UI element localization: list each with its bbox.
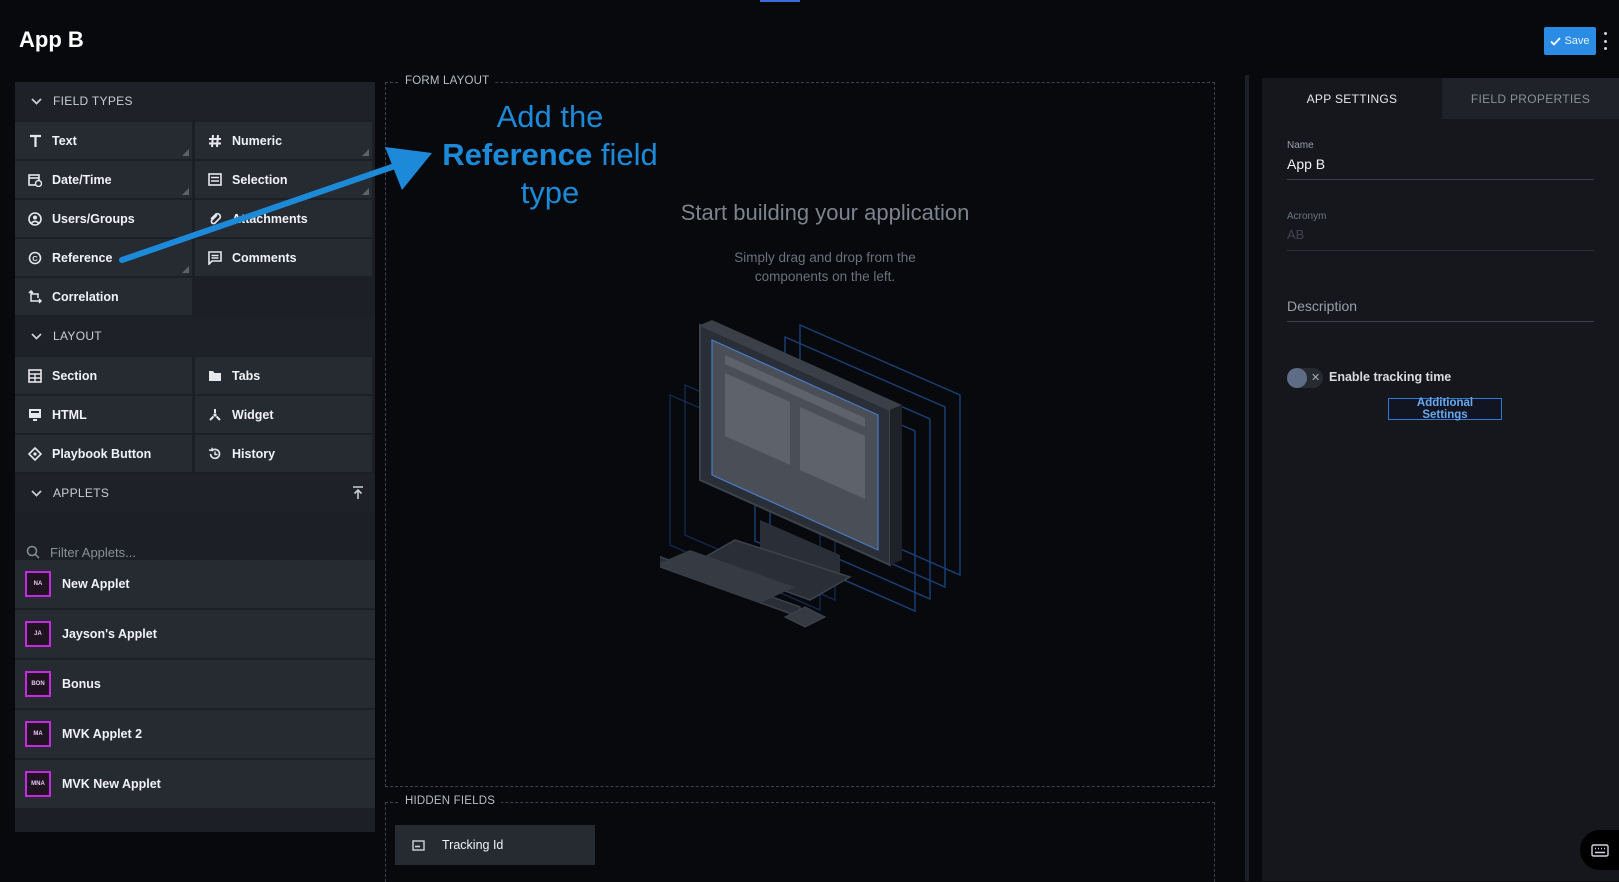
additional-settings-button[interactable]: Additional Settings: [1388, 397, 1502, 421]
save-button[interactable]: Save: [1544, 27, 1596, 55]
layout-section[interactable]: Section: [15, 357, 192, 394]
collapse-top-icon[interactable]: [351, 485, 365, 501]
applet-badge: MA: [25, 721, 51, 747]
applet-item[interactable]: JA Jayson's Applet: [15, 610, 375, 658]
applet-item[interactable]: NA New Applet: [15, 560, 375, 608]
applet-label: MVK New Applet: [62, 777, 161, 791]
tracking-time-toggle[interactable]: ✕: [1287, 368, 1323, 388]
description-underline: [1287, 321, 1594, 322]
more-options-icon[interactable]: [1602, 32, 1608, 50]
layout-playbook-button[interactable]: Playbook Button: [15, 435, 192, 472]
calendar-clock-icon: [27, 172, 43, 188]
empty-sub-line1: Simply drag and drop from the: [734, 250, 916, 265]
layout-label: Tabs: [232, 368, 261, 383]
applets-header-label: APPLETS: [53, 486, 110, 500]
applet-item[interactable]: MNA MVK New Applet: [15, 760, 375, 808]
applet-badge: JA: [25, 621, 51, 647]
search-icon: [26, 545, 40, 559]
applet-badge: BON: [25, 671, 51, 697]
form-layout-label: FORM LAYOUT: [399, 75, 496, 87]
field-card-icon: [412, 839, 425, 851]
chevron-down-icon: [31, 487, 43, 499]
layout-history[interactable]: History: [195, 435, 372, 472]
layout-header[interactable]: LAYOUT: [15, 317, 375, 355]
diamond-icon: [27, 446, 43, 462]
hidden-field-tracking-id[interactable]: Tracking Id: [395, 825, 595, 865]
acronym-input[interactable]: AB: [1287, 227, 1304, 242]
annotation-line1: Add the: [496, 99, 604, 134]
annotation-line2: Reference field: [430, 136, 670, 174]
save-button-label: Save: [1564, 35, 1590, 47]
layout-html[interactable]: HTML: [15, 396, 192, 433]
empty-sub-line2: components on the left.: [754, 269, 896, 284]
close-icon: ✕: [1311, 372, 1321, 384]
settings-panel: APP SETTINGS FIELD PROPERTIES Name App B…: [1262, 78, 1619, 881]
acronym-label: Acronym: [1287, 211, 1327, 222]
layout-header-label: LAYOUT: [53, 329, 102, 343]
field-type-correlation[interactable]: Correlation: [15, 278, 192, 315]
field-type-label: Correlation: [52, 289, 119, 304]
applet-label: New Applet: [62, 577, 130, 591]
field-type-label: Date/Time: [52, 172, 112, 187]
empty-state-title: Start building your application: [680, 200, 970, 225]
layout-tabs[interactable]: Tabs: [195, 357, 372, 394]
layout-widget[interactable]: Widget: [195, 396, 372, 433]
user-circle-icon: [27, 211, 43, 227]
acronym-underline: [1287, 250, 1594, 251]
layout-label: Section: [52, 368, 98, 383]
grid-icon: [27, 368, 43, 384]
applet-item[interactable]: MA MVK Applet 2: [15, 710, 375, 758]
reference-icon: C: [27, 250, 43, 266]
field-types-header-label: FIELD TYPES: [53, 94, 133, 108]
applet-badge: MNA: [25, 771, 51, 797]
folder-icon: [207, 368, 223, 384]
applet-label: Jayson's Applet: [62, 627, 157, 641]
field-type-label: Reference: [52, 250, 113, 265]
filter-applets-input[interactable]: [48, 543, 352, 561]
history-icon: [207, 446, 223, 462]
text-icon: [27, 133, 43, 149]
tracking-time-label: Enable tracking time: [1329, 370, 1452, 384]
toggle-knob: [1287, 368, 1307, 388]
annotation-bold: Reference: [442, 137, 593, 172]
keyboard-icon[interactable]: [1580, 830, 1619, 870]
layout-label: History: [232, 446, 276, 461]
tutorial-annotation: Add the Reference field type: [430, 98, 670, 212]
empty-state-subtitle: Simply drag and drop from the components…: [685, 248, 965, 286]
monitor-icon: [27, 407, 43, 423]
top-progress-indicator: [760, 0, 800, 2]
tab-app-settings[interactable]: APP SETTINGS: [1262, 78, 1442, 119]
applet-label: Bonus: [62, 677, 101, 691]
check-icon: [1550, 36, 1562, 46]
hidden-fields-label: HIDDEN FIELDS: [399, 795, 502, 807]
chevron-down-icon: [31, 95, 43, 107]
hidden-field-label: Tracking Id: [442, 838, 504, 852]
app-title: App B: [19, 27, 84, 52]
field-types-header[interactable]: FIELD TYPES: [15, 82, 375, 120]
name-underline: [1287, 179, 1594, 180]
applets-header[interactable]: APPLETS: [15, 474, 375, 512]
layout-label: HTML: [52, 407, 87, 422]
name-input[interactable]: App B: [1287, 156, 1325, 172]
svg-text:C: C: [32, 254, 38, 263]
layout-label: Playbook Button: [52, 446, 152, 461]
layout-label: Widget: [232, 407, 274, 422]
applet-badge: NA: [25, 571, 51, 597]
computer-illustration-icon: [660, 320, 961, 628]
description-input[interactable]: Description: [1287, 298, 1357, 314]
tab-field-properties[interactable]: FIELD PROPERTIES: [1442, 78, 1619, 119]
widget-icon: [207, 407, 223, 423]
applet-item[interactable]: BON Bonus: [15, 660, 375, 708]
annotation-line2-rest: field: [600, 137, 658, 172]
chevron-down-icon: [31, 330, 43, 342]
panel-divider[interactable]: [1245, 75, 1249, 881]
name-label: Name: [1287, 140, 1314, 151]
correlation-icon: [27, 289, 43, 305]
field-type-label: Text: [52, 133, 77, 148]
applet-label: MVK Applet 2: [62, 727, 143, 741]
annotation-arrow-icon: [119, 147, 432, 263]
